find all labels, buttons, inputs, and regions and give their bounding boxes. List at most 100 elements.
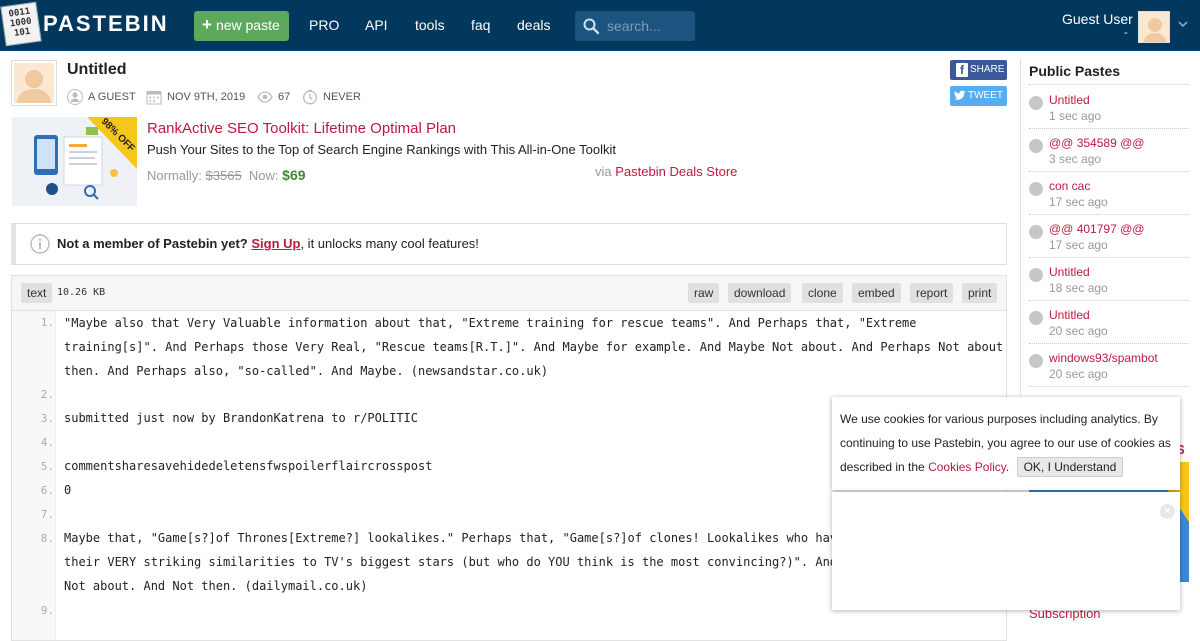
signup-notice: Not a member of Pastebin yet? Sign Up, i… bbox=[11, 223, 1007, 265]
nav-deals[interactable]: deals bbox=[517, 17, 550, 33]
ad-via: via Pastebin Deals Store bbox=[595, 164, 737, 179]
public-paste-name[interactable]: @@ 354589 @@ bbox=[1049, 136, 1144, 150]
embed-button[interactable]: embed bbox=[852, 283, 901, 303]
sidebar-separator bbox=[1029, 257, 1189, 258]
nav-tools[interactable]: tools bbox=[415, 17, 445, 33]
user-avatar-icon bbox=[14, 63, 54, 103]
ad-image[interactable]: 98% OFF bbox=[12, 117, 137, 206]
search-box bbox=[575, 11, 695, 41]
plus-icon: + bbox=[202, 15, 212, 34]
deals-store-link[interactable]: Pastebin Deals Store bbox=[615, 164, 737, 179]
sidebar-separator bbox=[1029, 171, 1189, 172]
sidebar-separator bbox=[1029, 84, 1189, 85]
public-pastes-title: Public Pastes bbox=[1029, 63, 1121, 79]
pastebin-logo-icon[interactable]: 0011 1000 101 bbox=[0, 1, 42, 47]
avatar[interactable] bbox=[1138, 11, 1170, 43]
ad-title-link[interactable]: RankActive SEO Toolkit: Lifetime Optimal… bbox=[147, 120, 456, 137]
new-paste-button[interactable]: + new paste bbox=[194, 11, 289, 41]
search-input[interactable] bbox=[607, 16, 691, 36]
public-paste-name[interactable]: Untitled bbox=[1049, 308, 1090, 322]
date-text: NOV 9TH, 2019 bbox=[167, 91, 246, 103]
public-paste-time: 17 sec ago bbox=[1049, 238, 1108, 252]
line-number: 3. bbox=[40, 412, 54, 425]
guest-user-sub: - bbox=[1124, 27, 1128, 39]
sidebar-separator bbox=[1029, 214, 1189, 215]
normally-label: Normally: bbox=[147, 168, 202, 183]
sidebar-separator bbox=[1029, 343, 1189, 344]
public-paste-time: 17 sec ago bbox=[1049, 195, 1108, 209]
sidebar-separator bbox=[1029, 386, 1189, 387]
raw-button[interactable]: raw bbox=[688, 283, 720, 303]
views-count: 67 bbox=[278, 91, 291, 103]
nav-api[interactable]: API bbox=[365, 17, 388, 33]
paste-size: 10.26 KB bbox=[57, 287, 106, 298]
line-number: 6. bbox=[40, 484, 54, 497]
notice-text: Not a member of Pastebin yet? Sign Up, i… bbox=[57, 236, 479, 251]
globe-icon bbox=[1029, 354, 1043, 368]
ad-price: Normally: $3565 Now: $69 bbox=[147, 167, 306, 183]
globe-icon bbox=[1029, 311, 1043, 325]
new-paste-label: new paste bbox=[215, 17, 280, 33]
via-label: via bbox=[595, 164, 612, 179]
cookie-dot: . bbox=[1005, 460, 1010, 474]
line-number: 2. bbox=[40, 388, 54, 401]
nav-pro[interactable]: PRO bbox=[309, 17, 339, 33]
public-paste-name[interactable]: @@ 401797 @@ bbox=[1049, 222, 1144, 236]
public-paste-name[interactable]: windows93/spambot bbox=[1049, 351, 1158, 365]
eye-icon bbox=[257, 91, 273, 103]
public-paste-time: 1 sec ago bbox=[1049, 109, 1102, 123]
public-paste-name[interactable]: con cac bbox=[1049, 179, 1090, 193]
print-button[interactable]: print bbox=[962, 283, 998, 303]
calendar-icon bbox=[146, 91, 162, 105]
author-avatar bbox=[11, 60, 57, 106]
code-line: "Maybe also that Very Valuable informati… bbox=[64, 316, 1004, 378]
cookie-consent-popup: We use cookies for various purposes incl… bbox=[832, 397, 1180, 490]
sidebar-separator bbox=[1029, 300, 1189, 301]
report-button[interactable]: report bbox=[910, 283, 954, 303]
ad-description: Push Your Sites to the Top of Search Eng… bbox=[147, 142, 616, 157]
clone-button[interactable]: clone bbox=[802, 283, 843, 303]
nav-faq[interactable]: faq bbox=[471, 17, 490, 33]
search-icon[interactable] bbox=[582, 17, 600, 35]
sidebar-divider bbox=[1020, 60, 1021, 400]
close-icon[interactable]: × bbox=[1160, 504, 1175, 519]
guest-user-name[interactable]: Guest User bbox=[1062, 11, 1133, 27]
ok-understand-button[interactable]: OK, I Understand bbox=[1016, 457, 1124, 477]
now-price: $69 bbox=[282, 167, 306, 183]
sign-up-link[interactable]: Sign Up bbox=[251, 236, 300, 251]
public-paste-name[interactable]: Untitled bbox=[1049, 265, 1090, 279]
globe-icon bbox=[1029, 182, 1043, 196]
syntax-tag[interactable]: text bbox=[21, 283, 53, 303]
globe-icon bbox=[1029, 96, 1043, 110]
user-avatar-icon bbox=[1139, 12, 1169, 42]
public-paste-time: 20 sec ago bbox=[1049, 324, 1108, 338]
paste-title: Untitled bbox=[67, 61, 127, 78]
paste-expiration: NEVER bbox=[302, 89, 361, 105]
chevron-down-icon[interactable] bbox=[1177, 18, 1189, 33]
cookies-policy-link[interactable]: Cookies Policy bbox=[928, 460, 1006, 474]
line-number: 5. bbox=[40, 460, 54, 473]
line-number: 4. bbox=[40, 436, 54, 449]
public-paste-time: 3 sec ago bbox=[1049, 152, 1102, 166]
download-button[interactable]: download bbox=[728, 283, 792, 303]
code-toolbar: text 10.26 KB raw download clone embed r… bbox=[11, 275, 1007, 311]
globe-icon bbox=[1029, 268, 1043, 282]
globe-icon bbox=[1029, 139, 1043, 153]
overlay-ad-panel bbox=[832, 492, 1180, 610]
ad-illustration-icon: 98% OFF bbox=[12, 117, 137, 206]
normally-price: $3565 bbox=[205, 168, 242, 183]
line-number-gutter bbox=[12, 311, 56, 640]
tweet-button[interactable]: TWEET bbox=[950, 86, 1007, 106]
user-icon bbox=[67, 89, 83, 105]
pastebin-logo-text[interactable]: PASTEBIN bbox=[43, 11, 169, 37]
twitter-bird-icon bbox=[954, 90, 966, 100]
facebook-share-button[interactable]: f SHARE bbox=[950, 60, 1007, 80]
top-navbar: 0011 1000 101 PASTEBIN + new paste PRO AP… bbox=[0, 0, 1200, 51]
paste-views: 67 bbox=[257, 89, 290, 105]
share-label: SHARE bbox=[970, 64, 1005, 75]
facebook-icon: f bbox=[956, 63, 968, 77]
public-paste-name[interactable]: Untitled bbox=[1049, 93, 1090, 107]
notice-bold: Not a member of Pastebin yet? bbox=[57, 236, 248, 251]
line-number: 7. bbox=[40, 508, 54, 521]
info-icon bbox=[30, 234, 50, 254]
